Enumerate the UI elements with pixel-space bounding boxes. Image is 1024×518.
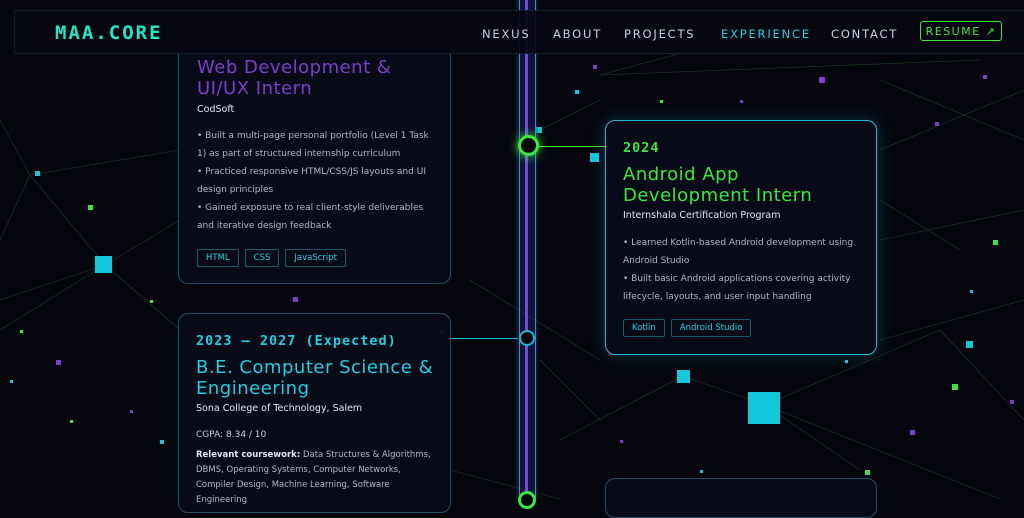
experience-title: Web Development & UI/UX Intern xyxy=(197,57,392,99)
experience-org: CodSoft xyxy=(197,104,235,115)
timeline-connector xyxy=(450,338,518,339)
site-logo[interactable]: MAA.CORE xyxy=(55,22,163,44)
tag-kotlin: Kotlin xyxy=(623,319,665,337)
nav-link-about[interactable]: ABOUT xyxy=(553,27,602,41)
bullet: • Built basic Android applications cover… xyxy=(623,274,851,302)
education-title: B.E. Computer Science & Engineering xyxy=(196,357,434,399)
tag-css: CSS xyxy=(244,249,280,267)
navbar: MAA.CORE NEXUS ABOUT PROJECTS EXPERIENCE… xyxy=(14,10,1024,54)
education-year: 2023 – 2027 (Expected) xyxy=(196,333,397,349)
experience-org: Internshala Certification Program xyxy=(623,210,781,221)
resume-button[interactable]: RESUME ↗ xyxy=(920,21,1002,41)
timeline-line-edge xyxy=(535,0,536,499)
bullet: • Built a multi-page personal portfolio … xyxy=(197,131,429,159)
timeline-node xyxy=(518,491,536,509)
bullet: • Practiced responsive HTML/CSS/JS layou… xyxy=(197,167,426,195)
coursework-label: Relevant coursework: xyxy=(196,450,301,460)
experience-bullets: • Learned Kotlin-based Android developme… xyxy=(623,234,865,306)
timeline-line-edge xyxy=(519,0,520,499)
nav-link-nexus[interactable]: NEXUS xyxy=(482,27,530,41)
experience-year: 2024 xyxy=(623,140,660,156)
nav-link-projects[interactable]: PROJECTS xyxy=(624,27,695,41)
experience-title: Android App Development Intern xyxy=(623,164,813,206)
education-coursework: Relevant coursework: Data Structures & A… xyxy=(196,448,441,508)
education-cgpa: CGPA: 8.34 / 10 xyxy=(196,430,267,440)
education-card: 2023 – 2027 (Expected) B.E. Computer Sci… xyxy=(178,313,451,513)
tag-javascript: JavaScript xyxy=(285,249,346,267)
experience-card-partial xyxy=(605,478,877,518)
timeline-connector xyxy=(537,146,605,147)
experience-bullets: • Built a multi-page personal portfolio … xyxy=(197,127,439,235)
bullet: • Gained exposure to real client-style d… xyxy=(197,203,424,231)
bullet: • Learned Kotlin-based Android developme… xyxy=(623,238,854,266)
experience-card-android: 2024 Android App Development Intern Inte… xyxy=(605,120,877,355)
nav-link-experience[interactable]: EXPERIENCE xyxy=(721,27,811,41)
nav-link-contact[interactable]: CONTACT xyxy=(831,27,898,41)
tech-tags: Kotlin Android Studio xyxy=(623,319,752,337)
tech-tags: HTML CSS JavaScript xyxy=(197,249,346,267)
education-institution: Sona College of Technology, Salem xyxy=(196,403,363,414)
timeline-line xyxy=(525,0,528,499)
timeline-node xyxy=(519,330,535,346)
tag-android-studio: Android Studio xyxy=(670,319,752,337)
tag-html: HTML xyxy=(197,249,239,267)
experience-card-codsoft: Web Development & UI/UX Intern CodSoft •… xyxy=(178,30,451,284)
timeline-node xyxy=(518,135,539,156)
